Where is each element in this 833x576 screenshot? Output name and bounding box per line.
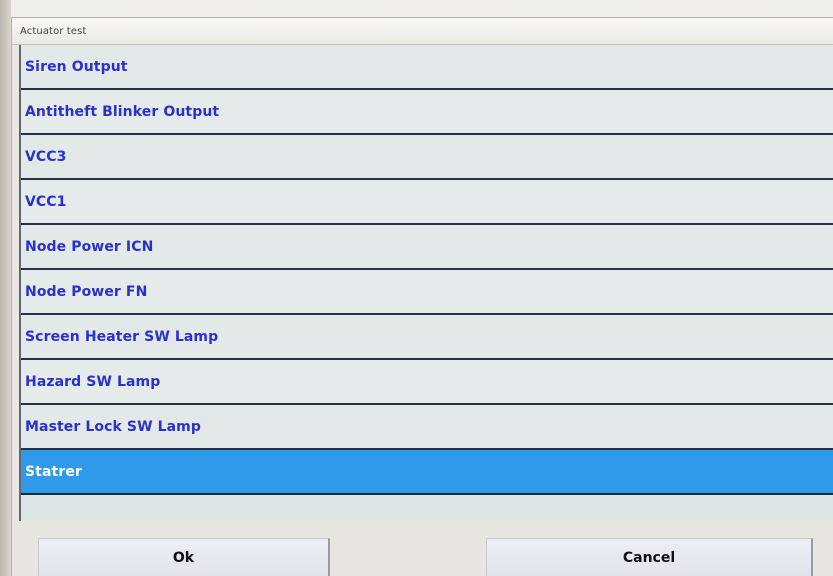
list-item-label: Statrer [25,463,82,480]
window-title: Actuator test [20,25,87,37]
actuator-list[interactable]: Siren Output Antitheft Blinker Output VC… [19,45,833,521]
list-item-statrer-selected[interactable]: Statrer [21,450,833,495]
list-item-node-power-icn[interactable]: Node Power ICN [21,225,833,270]
list-item-label: Node Power FN [25,283,148,300]
list-item-label: Master Lock SW Lamp [25,418,201,435]
list-item-node-power-fn[interactable]: Node Power FN [21,270,833,315]
list-item-label: Siren Output [25,58,128,75]
dialog-footer: Ok Cancel [12,521,833,576]
list-item-label: Hazard SW Lamp [25,373,161,390]
list-item-label: VCC3 [25,148,67,165]
cancel-button[interactable]: Cancel [486,538,813,576]
list-item-hazard-sw-lamp[interactable]: Hazard SW Lamp [21,360,833,405]
cancel-button-label: Cancel [622,550,676,566]
list-item-vcc1[interactable]: VCC1 [21,180,833,225]
title-bar[interactable]: Actuator test [12,18,833,45]
ok-button-label: Ok [172,550,195,566]
screen: Actuator test Siren Output Antitheft Bli… [0,0,833,576]
list-item-vcc3[interactable]: VCC3 [21,135,833,180]
list-item-label: Node Power ICN [25,238,154,255]
ok-button[interactable]: Ok [38,538,330,576]
list-item-master-lock-sw-lamp[interactable]: Master Lock SW Lamp [21,405,833,450]
actuator-test-dialog: Actuator test Siren Output Antitheft Bli… [11,17,833,576]
window-left-edge [0,0,11,576]
list-item-label: Screen Heater SW Lamp [25,328,219,345]
list-item-label: Antitheft Blinker Output [25,103,220,120]
list-item-label: VCC1 [25,193,67,210]
list-item-siren-output[interactable]: Siren Output [21,45,833,90]
list-item-screen-heater-sw-lamp[interactable]: Screen Heater SW Lamp [21,315,833,360]
list-item-antitheft-blinker-output[interactable]: Antitheft Blinker Output [21,90,833,135]
